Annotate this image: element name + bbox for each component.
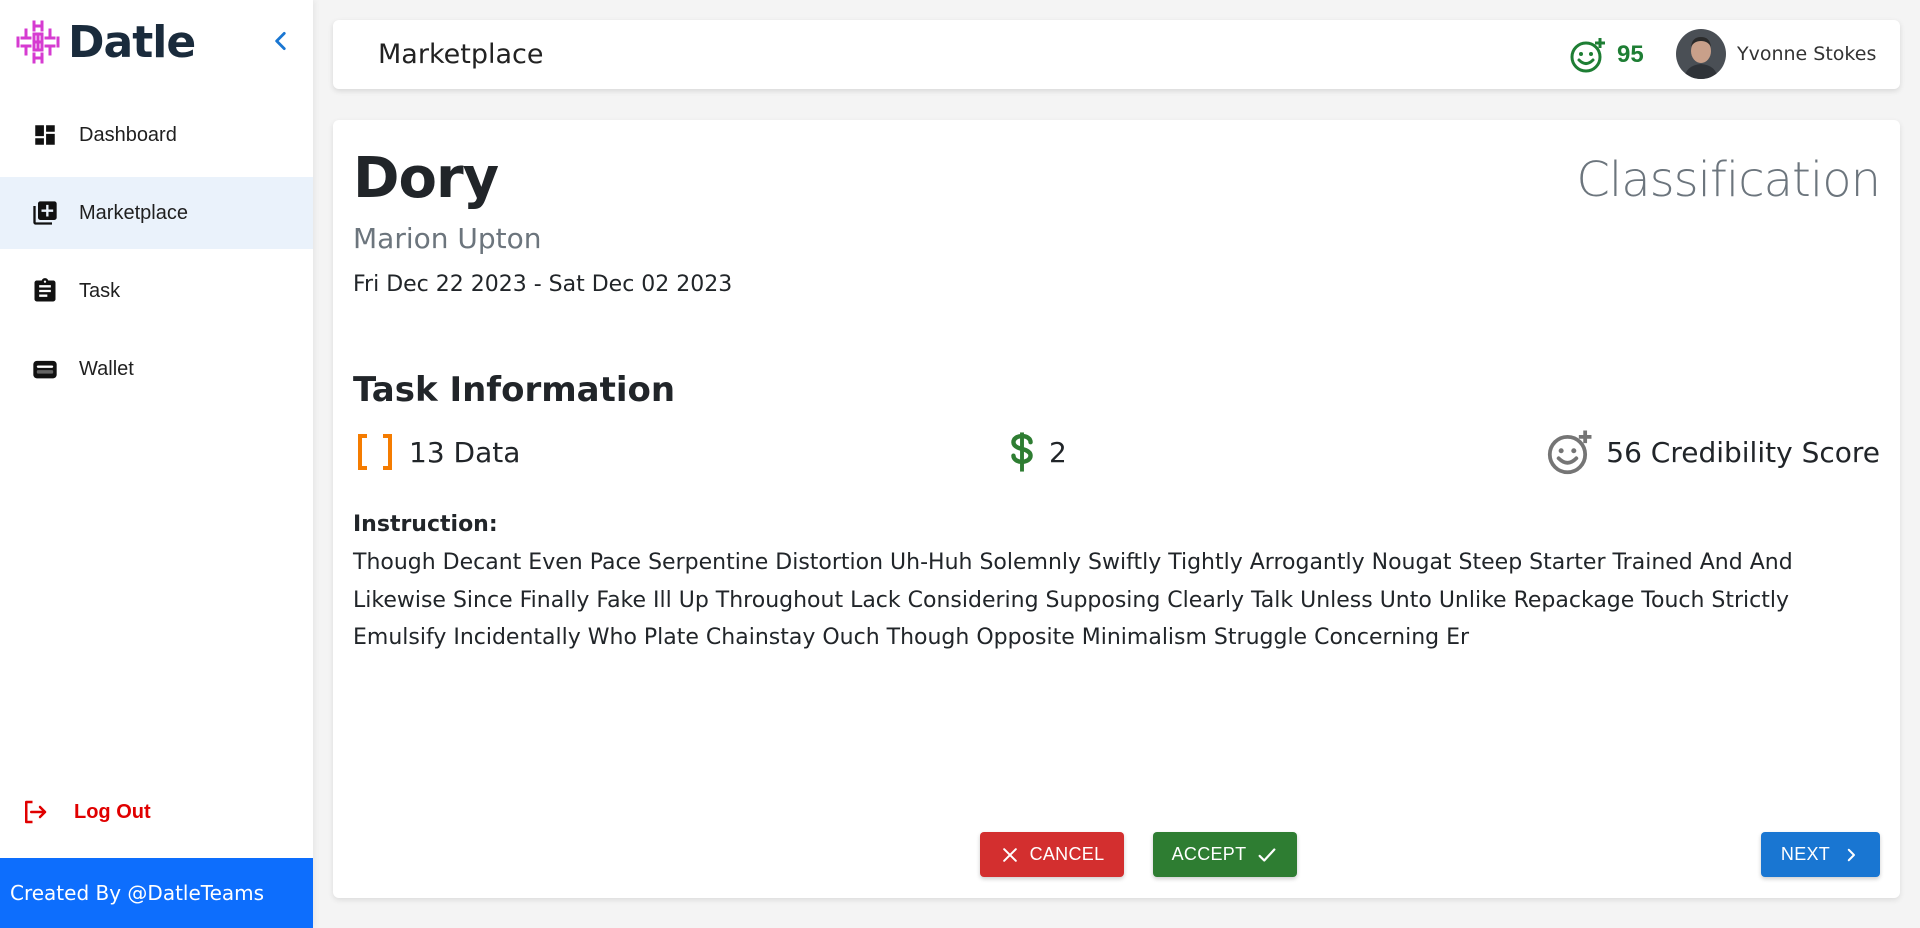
- check-icon: [1256, 844, 1278, 866]
- sidebar-item-label: Wallet: [79, 357, 134, 380]
- sidebar-item-label: Task: [79, 279, 121, 302]
- sidebar-nav: Dashboard Marketplace Task Wallet: [0, 99, 313, 411]
- credibility-requirement-item: 56 Credibility Score: [1546, 428, 1880, 476]
- sidebar-item-task[interactable]: Task: [0, 255, 313, 327]
- accept-button[interactable]: ACCEPT: [1153, 832, 1297, 877]
- cancel-button[interactable]: CANCEL: [980, 832, 1124, 877]
- sidebar-item-dashboard[interactable]: Dashboard: [0, 99, 313, 171]
- credibility-requirement-text: 56 Credibility Score: [1606, 435, 1880, 469]
- dashboard-icon: [31, 121, 59, 149]
- task-detail-card: Dory Classification Marion Upton Fri Dec…: [333, 120, 1900, 898]
- dollar-icon: [1011, 432, 1033, 472]
- task-information-heading: Task Information: [353, 370, 676, 410]
- brand-name: Datle: [68, 16, 196, 68]
- brand[interactable]: Datle: [14, 16, 196, 68]
- task-name: Dory: [353, 146, 499, 211]
- task-date-range: Fri Dec 22 2023 - Sat Dec 02 2023: [353, 272, 733, 297]
- logout-icon: [25, 800, 47, 824]
- credibility-smile-icon: [1548, 430, 1592, 475]
- user-name[interactable]: Yvonne Stokes: [1737, 43, 1876, 65]
- sidebar-item-wallet[interactable]: Wallet: [0, 333, 313, 405]
- logout-label: Log Out: [74, 800, 151, 823]
- credibility-score-value: 95: [1617, 41, 1644, 68]
- close-icon: [1000, 845, 1020, 865]
- wallet-icon: [31, 355, 59, 383]
- data-count-item: 13 Data: [353, 428, 520, 476]
- cancel-label: CANCEL: [1029, 844, 1105, 864]
- chevron-right-icon: [1842, 846, 1860, 864]
- task-info-row: 13 Data 2 56 Credibility Score: [353, 428, 1880, 476]
- sidebar-item-marketplace[interactable]: Marketplace: [0, 177, 313, 249]
- instruction-label: Instruction:: [353, 512, 498, 537]
- next-button[interactable]: NEXT: [1761, 832, 1880, 877]
- accept-label: ACCEPT: [1171, 844, 1247, 864]
- sidebar-item-label: Dashboard: [79, 123, 177, 146]
- task-requester: Marion Upton: [353, 222, 542, 255]
- chevron-left-icon: [275, 32, 286, 50]
- avatar[interactable]: [1676, 29, 1726, 79]
- data-count-text: 13 Data: [409, 435, 521, 469]
- user-credibility-score: 95: [1569, 36, 1644, 74]
- collapse-sidebar-button[interactable]: [268, 28, 294, 54]
- page-title: Marketplace: [378, 39, 544, 70]
- sidebar: Datle Dashboard Marketplace Task Wallet …: [0, 0, 313, 928]
- footer-credit: Created By @DatleTeams: [0, 858, 313, 928]
- sidebar-item-label: Marketplace: [79, 201, 188, 224]
- task-type: Classification: [1576, 152, 1881, 208]
- instruction-text: Though Decant Even Pace Serpentine Disto…: [353, 550, 1793, 650]
- logout-button[interactable]: Log Out: [20, 797, 151, 827]
- next-label: NEXT: [1780, 844, 1831, 864]
- clipboard-icon: [31, 277, 59, 305]
- reward-item: 2: [1007, 428, 1067, 476]
- top-bar: Marketplace 95 Yvonne Stokes: [333, 20, 1900, 89]
- logo-icon: [16, 20, 60, 64]
- add-box-icon: [31, 199, 59, 227]
- brackets-icon: [358, 434, 392, 470]
- credibility-smile-icon: [1570, 38, 1605, 73]
- reward-text: 2: [1049, 435, 1067, 469]
